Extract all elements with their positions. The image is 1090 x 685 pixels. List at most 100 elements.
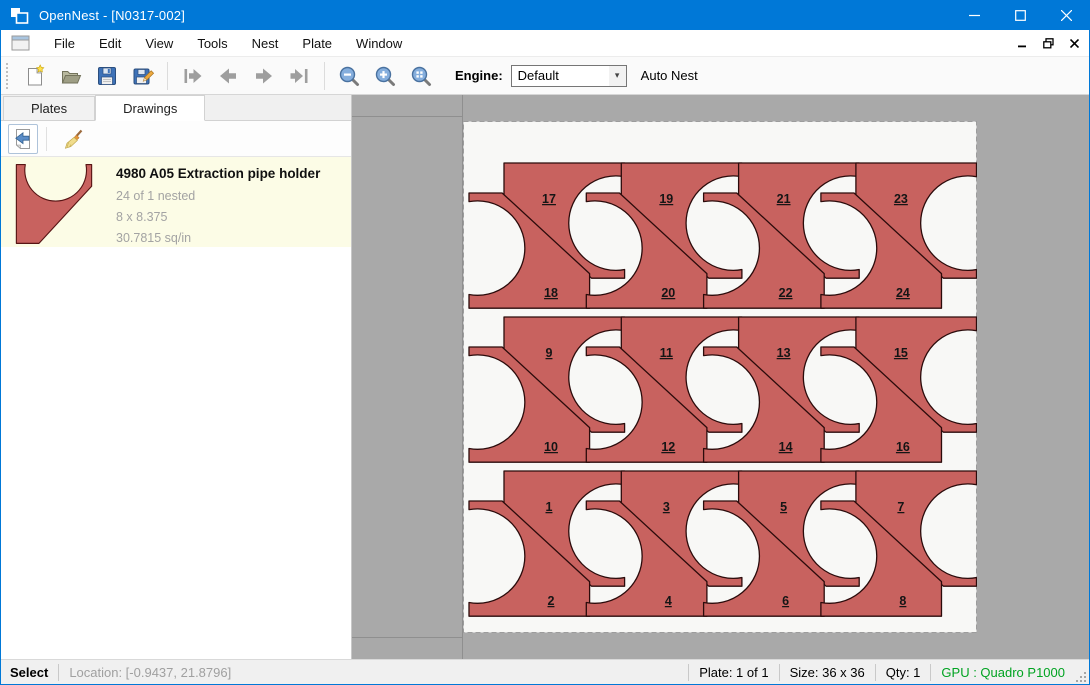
save-button[interactable]	[92, 61, 122, 91]
part-number-label: 15	[894, 346, 908, 360]
part-thumbnail	[15, 164, 93, 244]
new-button[interactable]	[20, 61, 50, 91]
part-number-label: 20	[661, 286, 675, 300]
menu-tools[interactable]: Tools	[185, 30, 239, 57]
status-mode: Select	[1, 665, 58, 680]
tab-strip: Plates Drawings	[1, 95, 351, 121]
part-number-label: 7	[897, 500, 904, 514]
part-number-label: 17	[542, 192, 556, 206]
auto-nest-label[interactable]: Auto Nest	[641, 68, 698, 83]
part-number-label: 10	[544, 440, 558, 454]
chevron-down-icon[interactable]: ▾	[609, 66, 626, 86]
menu-bar: File Edit View Tools Nest Plate Window	[1, 30, 1089, 57]
resize-grip[interactable]	[1075, 660, 1089, 685]
go-next-button[interactable]	[249, 61, 279, 91]
clear-drawings-button[interactable]	[59, 124, 89, 154]
part-number-label: 12	[661, 440, 675, 454]
engine-select[interactable]: Default ▾	[511, 65, 627, 87]
title-bar: OpenNest - [N0317-002]	[1, 1, 1089, 30]
toolbar-separator	[324, 62, 325, 90]
plate-drawing: 171921231820222491113151012141613572468	[463, 121, 977, 633]
status-qty: Qty: 1	[876, 665, 931, 680]
save-as-icon	[131, 64, 155, 88]
go-previous-icon	[216, 64, 240, 88]
minimize-icon	[969, 10, 980, 21]
zoom-fit-icon	[409, 64, 433, 88]
open-folder-icon	[59, 64, 83, 88]
nest-canvas[interactable]: 171921231820222491113151012141613572468	[352, 95, 1089, 659]
main-toolbar: Engine: Default ▾ Auto Nest	[1, 57, 1089, 95]
menu-view[interactable]: View	[133, 30, 185, 57]
part-number-label: 16	[896, 440, 910, 454]
child-minimize-button[interactable]	[1011, 32, 1033, 54]
tab-plates[interactable]: Plates	[3, 96, 95, 120]
tab-drawings-label: Drawings	[123, 101, 177, 116]
app-window: OpenNest - [N0317-002] File Edit View To…	[0, 0, 1090, 685]
part-number-label: 1	[546, 500, 553, 514]
minimize-button[interactable]	[951, 1, 997, 30]
canvas-guide-top	[352, 116, 462, 117]
open-button[interactable]	[56, 61, 86, 91]
canvas-guide-bottom	[352, 637, 462, 638]
child-restore-icon	[1043, 38, 1054, 49]
zoom-out-button[interactable]	[334, 61, 364, 91]
engine-selected-value: Default	[512, 68, 609, 83]
go-last-icon	[288, 64, 312, 88]
part-number-label: 8	[899, 594, 906, 608]
part-number-label: 4	[665, 594, 672, 608]
tab-plates-label: Plates	[31, 101, 67, 116]
main-content: Plates Drawings	[1, 95, 1089, 659]
window-title: OpenNest - [N0317-002]	[39, 8, 185, 23]
drawing-title: 4980 A05 Extraction pipe holder	[116, 166, 320, 181]
go-last-button[interactable]	[285, 61, 315, 91]
status-plate: Plate: 1 of 1	[689, 665, 778, 680]
zoom-in-button[interactable]	[370, 61, 400, 91]
status-location: Location: [-0.9437, 21.8796]	[59, 665, 241, 680]
toolbar-grip[interactable]	[6, 63, 10, 89]
child-close-button[interactable]	[1063, 32, 1085, 54]
child-close-icon	[1070, 39, 1079, 48]
resize-grip-icon	[1076, 672, 1087, 683]
close-button[interactable]	[1043, 1, 1089, 30]
part-number-label: 14	[779, 440, 793, 454]
menu-edit[interactable]: Edit	[87, 30, 133, 57]
part-number-label: 11	[660, 346, 673, 360]
go-first-button[interactable]	[177, 61, 207, 91]
new-document-icon	[23, 64, 47, 88]
go-next-icon	[252, 64, 276, 88]
zoom-out-icon	[337, 64, 361, 88]
part-number-label: 22	[779, 286, 793, 300]
import-drawing-button[interactable]	[8, 124, 38, 154]
part-number-label: 19	[659, 192, 673, 206]
tab-drawings[interactable]: Drawings	[95, 95, 205, 121]
part-number-label: 2	[548, 594, 555, 608]
child-restore-button[interactable]	[1037, 32, 1059, 54]
status-bar: Select Location: [-0.9437, 21.8796] Plat…	[1, 659, 1089, 684]
part-number-label: 18	[544, 286, 558, 300]
menu-nest[interactable]: Nest	[240, 30, 291, 57]
status-gpu: GPU : Quadro P1000	[931, 665, 1075, 680]
save-as-button[interactable]	[128, 61, 158, 91]
status-size: Size: 36 x 36	[780, 665, 875, 680]
maximize-icon	[1015, 10, 1026, 21]
plate-area[interactable]: 171921231820222491113151012141613572468	[463, 121, 977, 633]
close-icon	[1061, 10, 1072, 21]
menu-plate[interactable]: Plate	[290, 30, 344, 57]
maximize-button[interactable]	[997, 1, 1043, 30]
left-panel: Plates Drawings	[1, 95, 352, 659]
zoom-in-icon	[373, 64, 397, 88]
part-number-label: 6	[782, 594, 789, 608]
child-minimize-icon	[1018, 39, 1027, 48]
part-number-label: 3	[663, 500, 670, 514]
drawing-list-item[interactable]: 4980 A05 Extraction pipe holder 24 of 1 …	[1, 157, 351, 247]
part-number-label: 9	[546, 346, 553, 360]
zoom-fit-button[interactable]	[406, 61, 436, 91]
part-number-label: 5	[780, 500, 787, 514]
part-number-label: 23	[894, 192, 908, 206]
broom-icon	[62, 127, 86, 151]
part-number-label: 24	[896, 286, 910, 300]
menu-window[interactable]: Window	[344, 30, 414, 57]
menu-file[interactable]: File	[42, 30, 87, 57]
go-previous-button[interactable]	[213, 61, 243, 91]
engine-label: Engine:	[455, 68, 503, 83]
